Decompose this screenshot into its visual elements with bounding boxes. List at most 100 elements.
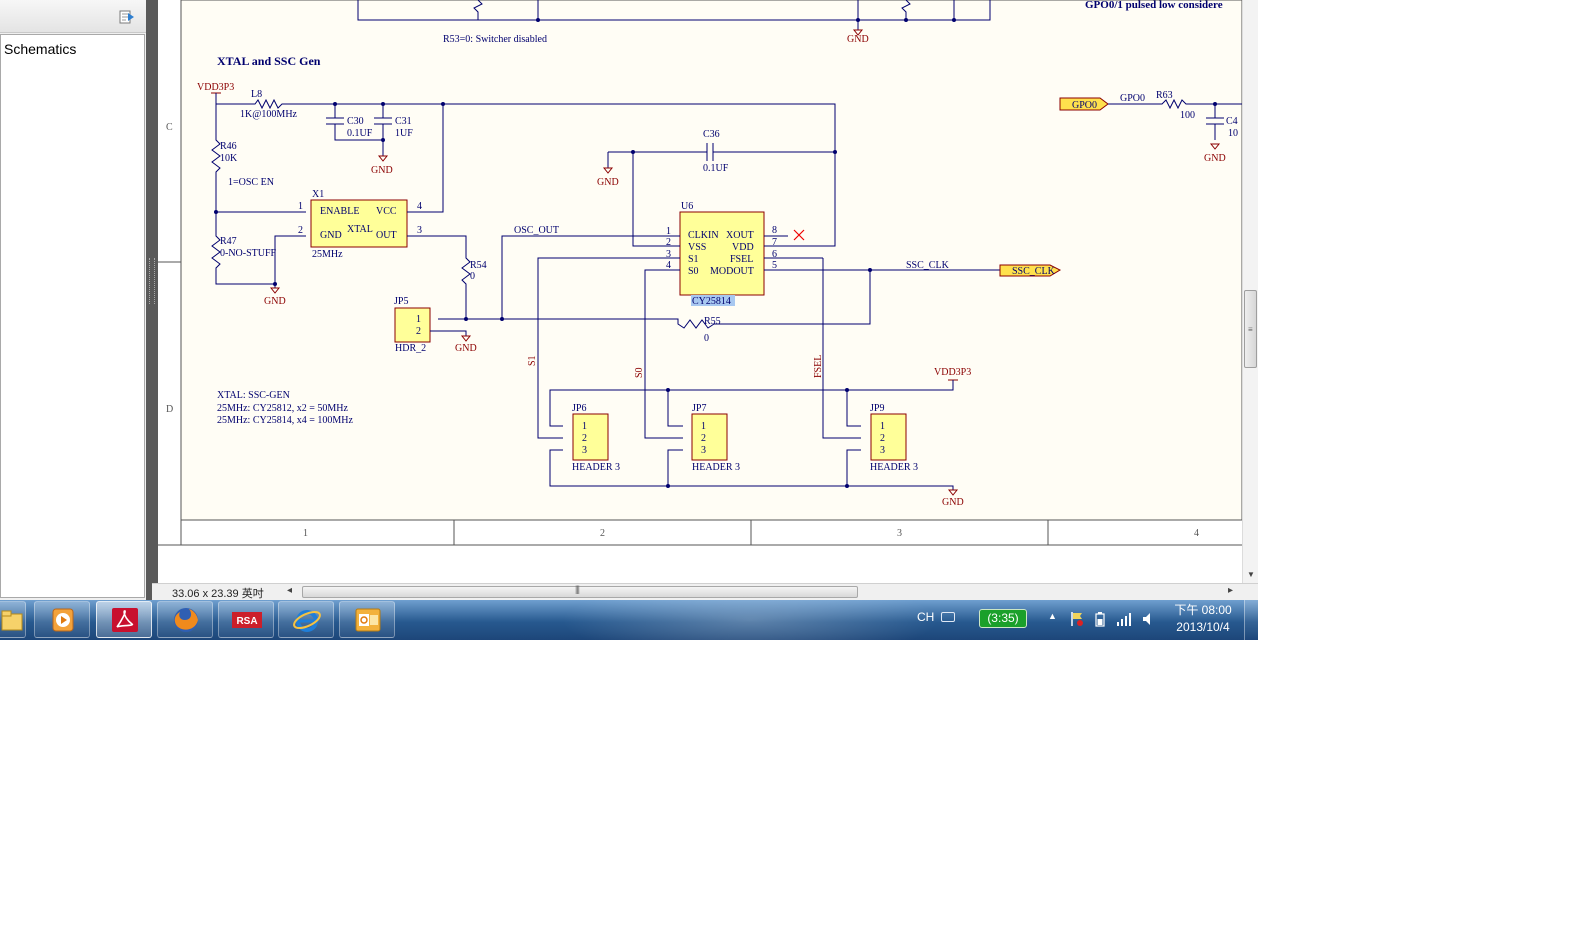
note-line-3: 25MHz: CY25814, x4 = 100MHz — [217, 415, 353, 426]
internet-explorer-icon — [293, 610, 321, 632]
u6-pin-1: 1 — [666, 226, 671, 237]
scroll-left-arrow-icon[interactable]: ◂ — [287, 585, 292, 596]
jp9-ref: JP9 — [870, 403, 884, 414]
jp5-pin-1: 1 — [416, 314, 421, 325]
r63-value: 100 — [1180, 110, 1195, 121]
r54-ref: R54 — [470, 260, 487, 271]
network-signal-icon[interactable] — [1116, 611, 1132, 627]
gnd-label-c36: GND — [597, 177, 619, 188]
document-view[interactable]: C D 1 2 3 4 GND R53=0: Switcher disabled — [158, 0, 1242, 583]
jp6-pin-1: 1 — [582, 421, 587, 432]
c4x-ref: C4 — [1226, 116, 1238, 127]
horizontal-scroll-thumb[interactable]: ||| — [302, 584, 858, 598]
gnd-label-top: GND — [847, 34, 869, 45]
jp5-value: HDR_2 — [395, 343, 426, 354]
r55-ref: R55 — [704, 316, 721, 327]
c36-ref: C36 — [703, 129, 720, 140]
taskbar-firefox[interactable] — [157, 601, 213, 638]
action-center-flag-icon[interactable] — [1070, 611, 1084, 627]
c30-ref: C30 — [347, 116, 364, 127]
rsa-icon: RSA — [232, 612, 262, 628]
r46-ref: R46 — [220, 141, 237, 152]
vertical-scrollbar[interactable]: ≡ ▼ — [1242, 0, 1258, 583]
note-gpo-pulsed: GPO0/1 pulsed low considere — [1085, 0, 1223, 11]
x1-gnd-pin: GND — [320, 230, 342, 241]
osc-out-net: OSC_OUT — [514, 225, 559, 236]
row-label-d: D — [166, 404, 173, 415]
clock-date: 2013/10/4 — [1176, 620, 1230, 634]
taskbar-media-player[interactable] — [34, 601, 90, 638]
pane-splitter[interactable] — [146, 0, 158, 600]
system-clock[interactable]: 下午 08:00 2013/10/4 — [1164, 602, 1242, 636]
x1-ref: X1 — [312, 189, 324, 200]
jp5-ref: JP5 — [394, 296, 408, 307]
u6-pin-8: 8 — [772, 225, 777, 236]
taskbar-explorer[interactable] — [0, 601, 26, 638]
page-size-readout: 33.06 x 23.39 英吋 — [172, 588, 264, 600]
jp5-body[interactable] — [394, 307, 431, 343]
taskbar-outlook[interactable] — [339, 601, 395, 638]
ssc-clk-net: SSC_CLK — [906, 260, 950, 271]
jp9-pin-1: 1 — [880, 421, 885, 432]
battery-timer-badge[interactable]: (3:35) — [979, 609, 1027, 628]
col-label-2: 2 — [600, 528, 605, 539]
taskbar-rsa[interactable]: RSA — [218, 601, 274, 638]
u6-xout: XOUT — [726, 230, 754, 241]
adobe-reader-icon — [112, 608, 138, 632]
explorer-icon — [1, 610, 23, 631]
app-window: Schematics C D 1 2 3 4 GND R53=0: Switch… — [0, 0, 1258, 640]
scroll-down-arrow-icon[interactable]: ▼ — [1247, 570, 1255, 579]
bookmark-schematics[interactable]: Schematics — [4, 41, 76, 57]
l8-ref: L8 — [251, 89, 262, 100]
jp7-ref: JP7 — [692, 403, 706, 414]
u6-s1: S1 — [688, 254, 699, 265]
keyboard-icon[interactable] — [941, 612, 955, 622]
note-r53: R53=0: Switcher disabled — [443, 34, 547, 45]
scroll-right-arrow-icon[interactable]: ▸ — [1228, 585, 1233, 596]
jp9-pin-3: 3 — [880, 445, 885, 456]
volume-icon[interactable] — [1142, 612, 1156, 626]
jp9-body[interactable] — [870, 413, 907, 461]
u6-pin-4: 4 — [666, 260, 671, 271]
input-language-indicator[interactable]: CH — [917, 610, 934, 624]
ssc-clk-port: SSC_CLK — [1012, 266, 1056, 277]
u6-fsel: FSEL — [730, 254, 753, 265]
show-desktop-button[interactable] — [1244, 600, 1258, 640]
jp6-body[interactable] — [572, 413, 609, 461]
x1-pin-2: 2 — [298, 225, 303, 236]
jp7-value: HEADER 3 — [692, 462, 740, 473]
jp6-ref: JP6 — [572, 403, 586, 414]
col-label-3: 3 — [897, 528, 902, 539]
r46-value: 10K — [220, 153, 238, 164]
schematic-sheet: C D 1 2 3 4 GND R53=0: Switcher disabled — [158, 0, 1242, 583]
u6-vss: VSS — [688, 242, 706, 253]
net-label-fsel: FSEL — [813, 355, 824, 378]
outlook-icon — [355, 608, 381, 632]
net-label-s1: S1 — [527, 355, 538, 366]
power-battery-icon[interactable] — [1095, 611, 1105, 627]
gnd-label-jp5: GND — [455, 343, 477, 354]
taskbar-internet-explorer[interactable] — [278, 601, 334, 638]
jp7-pin-2: 2 — [701, 433, 706, 444]
jp6-pin-2: 2 — [582, 433, 587, 444]
c4x-value: 10 — [1228, 128, 1238, 139]
x1-pin-3: 3 — [417, 225, 422, 236]
show-hidden-icons-icon[interactable]: ▲ — [1048, 611, 1057, 621]
r54-value: 0 — [470, 271, 475, 282]
taskbar-adobe-reader[interactable] — [96, 601, 152, 638]
jp5-pin-2: 2 — [416, 326, 421, 337]
bookmark-options-icon[interactable] — [118, 9, 136, 25]
vertical-scroll-thumb[interactable]: ≡ — [1244, 290, 1257, 368]
gnd-label-c31: GND — [371, 165, 393, 176]
u6-clkin: CLKIN — [688, 230, 719, 241]
status-bar: 33.06 x 23.39 英吋 ◂ ||| ▸ — [152, 583, 1258, 601]
r47-ref: R47 — [220, 236, 237, 247]
vdd-label-l8: VDD3P3 — [197, 82, 234, 93]
net-label-s0: S0 — [634, 367, 645, 378]
r55-value: 0 — [704, 333, 709, 344]
jp7-body[interactable] — [691, 413, 728, 461]
x1-xtal: XTAL — [347, 224, 373, 235]
row-label-c: C — [166, 122, 173, 133]
l8-value: 1K@100MHz — [240, 109, 298, 120]
clock-time: 下午 08:00 — [1174, 603, 1232, 617]
